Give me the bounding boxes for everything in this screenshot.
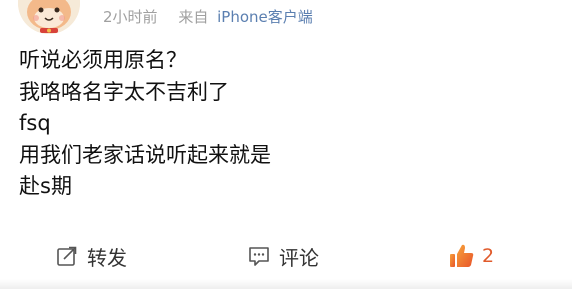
like-button[interactable]: 2 (448, 236, 494, 276)
repost-button[interactable]: 转发 (55, 236, 127, 276)
post-time: 2小时前 (103, 8, 158, 26)
avatar-cat-illustration (18, 0, 80, 34)
action-bar: 转发 评论 2 (0, 236, 572, 276)
source-device-link[interactable]: iPhone客户端 (217, 8, 313, 26)
weibo-post: 2小时前 来自 iPhone客户端 听说必须用原名？ 我咯咯名字太不吉利了 fs… (0, 0, 572, 289)
comment-icon (247, 244, 271, 268)
source-prefix: 来自 (178, 8, 209, 26)
content-line: 赴s期 (19, 174, 72, 198)
post-content: 听说必须用原名？ 我咯咯名字太不吉利了 fsq 用我们老家话说听起来就是 赴s期 (19, 45, 559, 203)
repost-label: 转发 (87, 245, 127, 270)
content-line: 听说必须用原名？ (19, 48, 187, 72)
bottom-divider (0, 279, 572, 289)
avatar[interactable] (18, 0, 80, 34)
comment-label: 评论 (279, 245, 319, 270)
repost-icon (55, 244, 79, 268)
content-line: fsq (19, 111, 51, 135)
content-line: 用我们老家话说听起来就是 (19, 142, 271, 167)
like-count: 2 (482, 245, 495, 267)
thumbs-up-icon (448, 242, 476, 270)
content-line: 我咯咯名字太不吉利了 (19, 79, 229, 104)
post-meta: 2小时前 来自 iPhone客户端 (103, 6, 313, 28)
comment-button[interactable]: 评论 (247, 236, 319, 276)
